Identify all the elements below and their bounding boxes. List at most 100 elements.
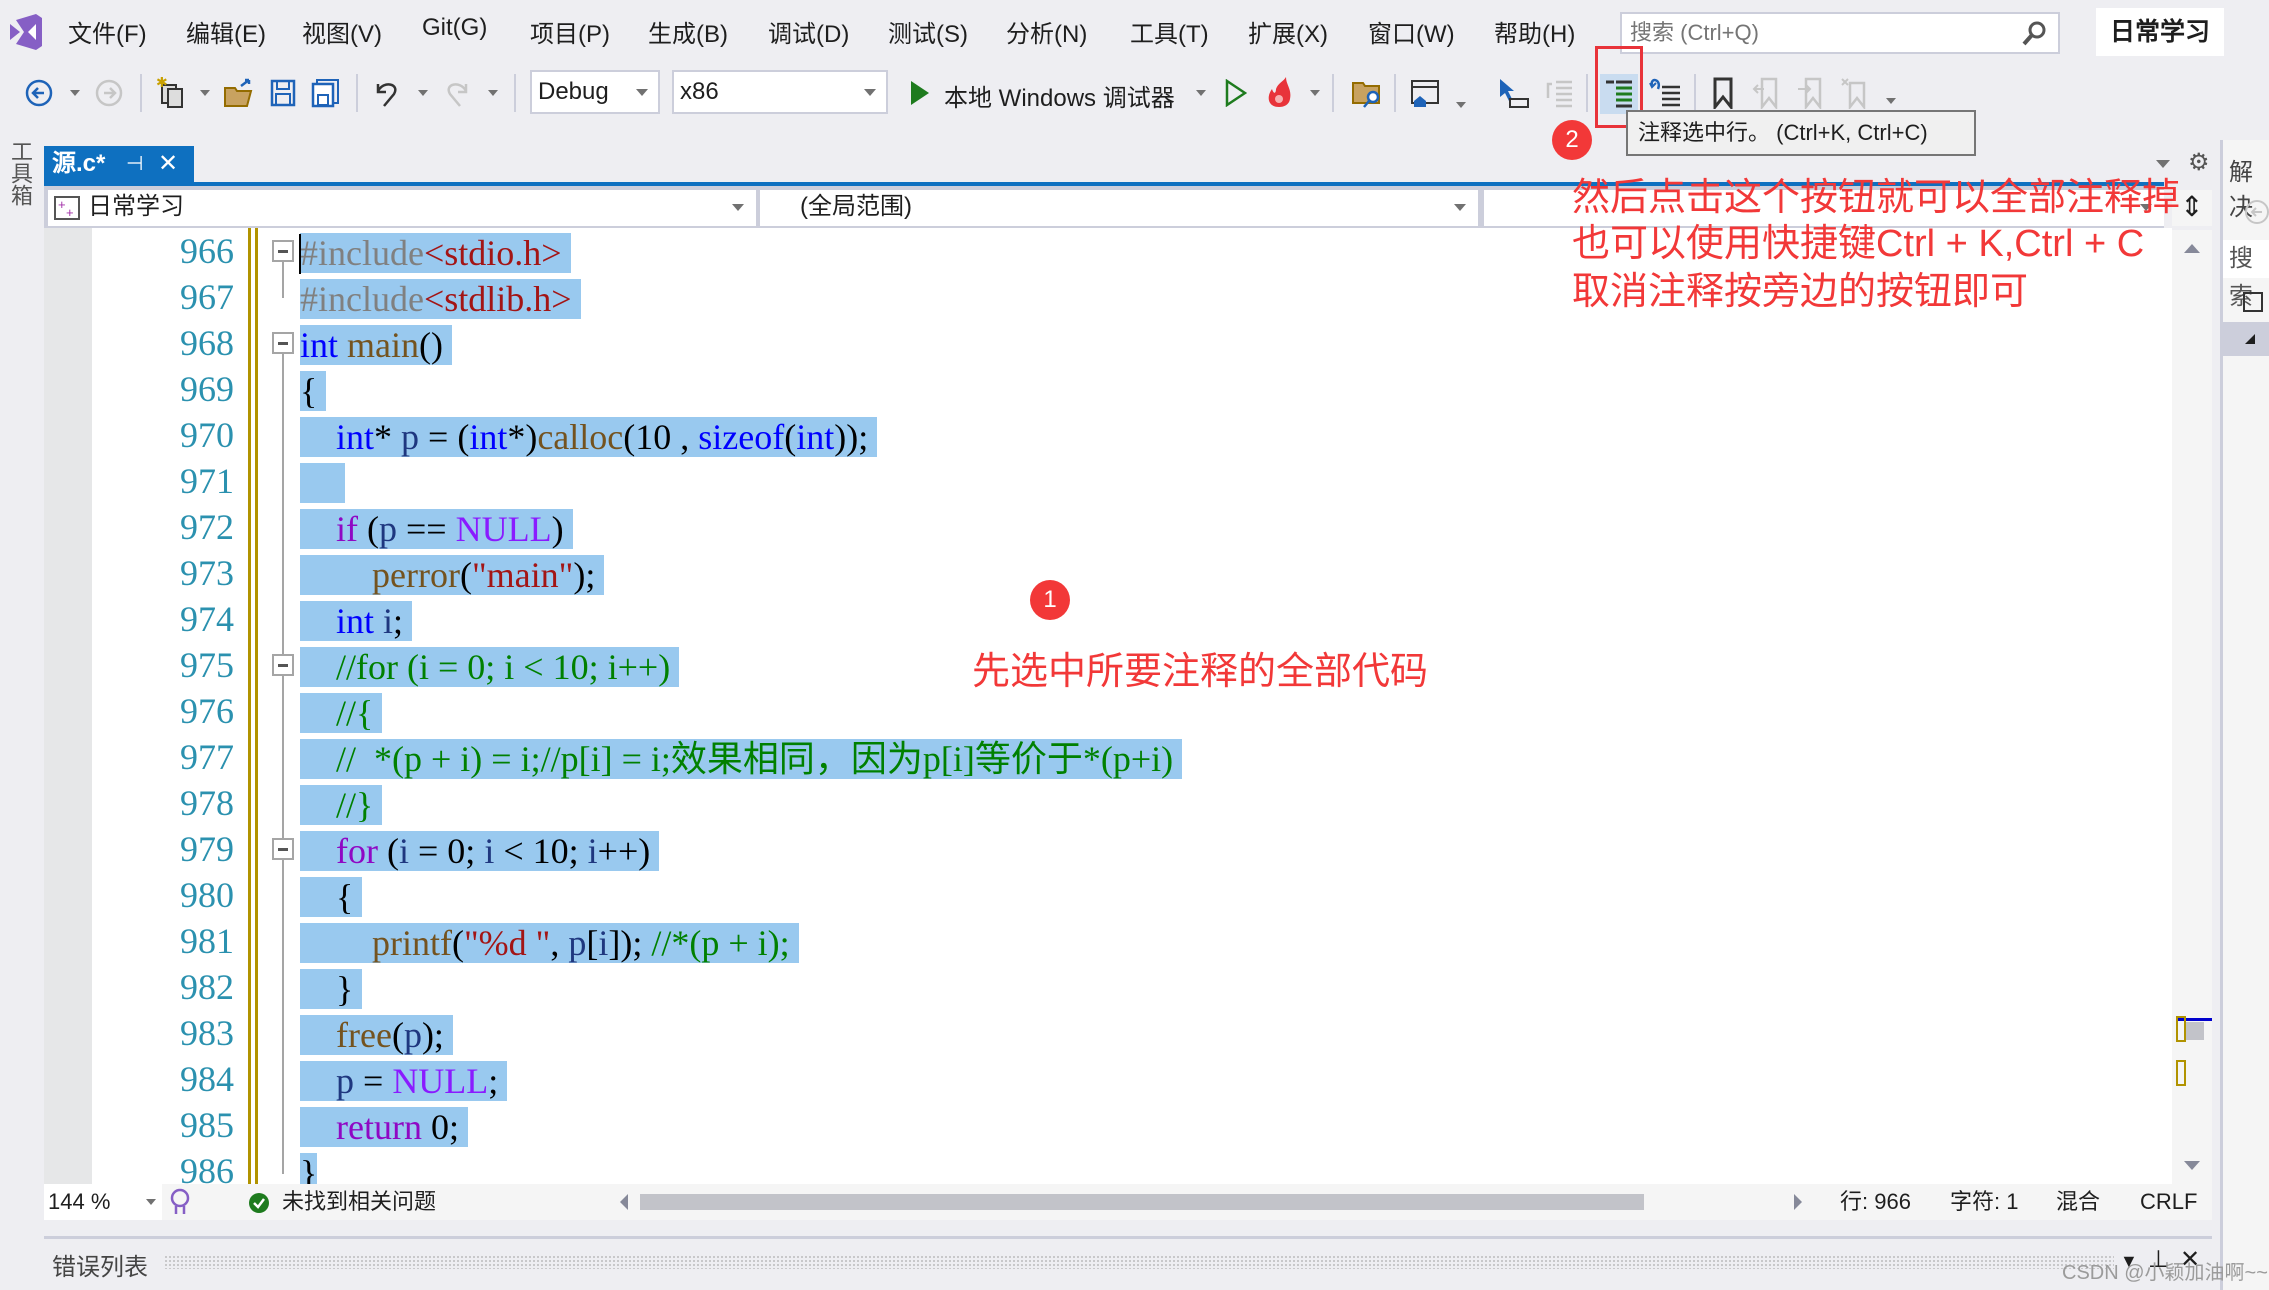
gear-icon[interactable]: ⚙ — [2188, 148, 2210, 177]
home-window-icon[interactable] — [1408, 76, 1442, 110]
menu-tools[interactable]: 工具(T) — [1130, 14, 1209, 49]
menu-debug[interactable]: 调试(D) — [768, 14, 849, 49]
line-ending[interactable]: CRLF — [2140, 1188, 2197, 1216]
undo-dropdown-icon[interactable] — [418, 90, 428, 96]
menu-file[interactable]: 文件(F) — [68, 14, 147, 49]
code-line[interactable]: } — [300, 1150, 318, 1184]
menu-project[interactable]: 项目(P) — [530, 14, 610, 49]
bookmark-icon[interactable] — [1706, 76, 1740, 110]
save-icon[interactable] — [266, 76, 300, 110]
code-line[interactable] — [300, 460, 345, 506]
tab-source-file[interactable]: 源.c* ⊣ ✕ — [44, 146, 194, 182]
code-line[interactable]: #include<stdlib.h> — [300, 276, 581, 322]
menu-git[interactable]: Git(G) — [422, 14, 487, 42]
code-line[interactable]: { — [300, 874, 363, 920]
code-line[interactable]: free(p); — [300, 1012, 453, 1058]
outdent-icon[interactable] — [1542, 76, 1576, 110]
indent-mode[interactable]: 混合 — [2056, 1188, 2100, 1216]
code-line[interactable]: // *(p + i) = i;//p[i] = i;效果相同，因为p[i]等价… — [300, 736, 1183, 782]
clear-bookmarks-icon[interactable] — [1838, 76, 1872, 110]
zoom-select[interactable]: 144 % — [44, 1184, 162, 1220]
save-all-icon[interactable] — [308, 76, 342, 110]
prev-bookmark-icon[interactable] — [1750, 76, 1784, 110]
expand-triangle-icon[interactable] — [2245, 334, 2255, 344]
code-line[interactable]: perror("main"); — [300, 552, 605, 598]
new-project-icon[interactable]: ✱ — [154, 76, 188, 110]
code-line[interactable]: p = NULL; — [300, 1058, 508, 1104]
menu-view[interactable]: 视图(V) — [302, 14, 382, 49]
menu-test[interactable]: 测试(S) — [888, 14, 968, 49]
new-project-dropdown-icon[interactable] — [200, 90, 210, 96]
pin-icon[interactable]: ⊣ — [126, 146, 143, 182]
hot-reload-icon[interactable] — [1262, 76, 1296, 110]
scrollbar-thumb[interactable] — [2186, 1022, 2204, 1040]
collapse-all-icon[interactable] — [2243, 292, 2263, 312]
back-icon[interactable] — [2243, 198, 2269, 226]
toolbox-tab[interactable]: 工具箱 — [0, 140, 36, 220]
search-input[interactable] — [1622, 14, 2002, 52]
search-icon[interactable] — [2020, 20, 2048, 48]
redo-dropdown-icon[interactable] — [488, 90, 498, 96]
menu-analyze[interactable]: 分析(N) — [1006, 14, 1087, 49]
configuration-select[interactable]: Debug — [530, 70, 660, 114]
code-line[interactable]: } — [300, 966, 363, 1012]
code-line[interactable]: int i; — [300, 598, 413, 644]
scroll-down-icon[interactable] — [2184, 1161, 2200, 1170]
code-line[interactable]: return 0; — [300, 1104, 468, 1150]
forward-icon[interactable] — [92, 76, 126, 110]
line-indicator[interactable]: 行: 966 — [1840, 1188, 1911, 1216]
menu-build[interactable]: 生成(B) — [648, 14, 728, 49]
tree-root-row[interactable] — [2223, 322, 2269, 356]
code-line[interactable]: if (p == NULL) — [300, 506, 573, 552]
code-line[interactable]: //} — [300, 782, 383, 828]
menu-help[interactable]: 帮助(H) — [1494, 14, 1575, 49]
hot-reload-dropdown-icon[interactable] — [1310, 90, 1320, 96]
code-line[interactable]: for (i = 0; i < 10; i++) — [300, 828, 660, 874]
issues-status[interactable]: 未找到相关问题 — [282, 1188, 436, 1216]
vertical-scrollbar[interactable] — [2172, 230, 2212, 1184]
back-dropdown-icon[interactable] — [70, 90, 80, 96]
code-line[interactable]: { — [300, 368, 327, 414]
run-dropdown-icon[interactable] — [1196, 90, 1206, 96]
scroll-up-icon[interactable] — [2184, 244, 2200, 253]
close-icon[interactable]: ✕ — [158, 146, 178, 182]
toolbar-overflow-icon[interactable] — [1886, 98, 1896, 104]
char-indicator[interactable]: 字符: 1 — [1950, 1188, 2018, 1216]
collapse-icon[interactable] — [272, 838, 294, 860]
start-debug-icon[interactable] — [902, 76, 936, 110]
toolbar-overflow-icon[interactable] — [1456, 102, 1466, 108]
uncomment-lines-icon[interactable] — [1648, 76, 1682, 110]
code-editor[interactable]: 966 967 968 969 970 971 972 973 974 975 976 977 978 9… — [44, 228, 2172, 1184]
back-icon[interactable] — [22, 76, 56, 110]
menu-edit[interactable]: 编辑(E) — [186, 14, 266, 49]
collapse-icon[interactable] — [272, 332, 294, 354]
project-select[interactable]: + + 日常学习 — [48, 190, 756, 226]
collapse-icon[interactable] — [272, 654, 294, 676]
undo-icon[interactable] — [370, 76, 404, 110]
code-line[interactable]: //for (i = 0; i < 10; i++) — [300, 644, 680, 690]
search-box[interactable] — [1620, 12, 2060, 54]
redo-icon[interactable] — [440, 76, 474, 110]
intellicode-icon[interactable] — [168, 1188, 192, 1216]
platform-select[interactable]: x86 — [672, 70, 888, 114]
menu-extensions[interactable]: 扩展(X) — [1248, 14, 1328, 49]
panel-grip[interactable] — [164, 1255, 2114, 1269]
start-debugging-button[interactable]: 本地 Windows 调试器 — [944, 78, 1175, 113]
scroll-right-icon[interactable] — [1794, 1194, 1802, 1210]
step-cursor-icon[interactable] — [1496, 76, 1530, 110]
code-line[interactable]: printf("%d ", p[i]); //*(p + i); — [300, 920, 799, 966]
next-bookmark-icon[interactable] — [1794, 76, 1828, 110]
collapse-icon[interactable] — [272, 240, 294, 262]
scroll-left-icon[interactable] — [620, 1194, 628, 1210]
code-line[interactable]: #include<stdio.h> — [300, 230, 571, 276]
code-line[interactable]: //{ — [300, 690, 383, 736]
code-line[interactable]: int main() — [300, 322, 452, 368]
find-in-files-icon[interactable] — [1350, 76, 1384, 110]
open-file-icon[interactable] — [222, 76, 256, 110]
start-without-debug-icon[interactable] — [1218, 76, 1252, 110]
solution-search-input[interactable]: 搜索 — [2223, 240, 2269, 310]
horizontal-scrollbar-thumb[interactable] — [640, 1194, 1644, 1210]
menu-window[interactable]: 窗口(W) — [1368, 14, 1455, 49]
code-line[interactable]: int* p = (int*)calloc(10 , sizeof(int)); — [300, 414, 878, 460]
horizontal-scrollbar[interactable] — [620, 1192, 1820, 1212]
